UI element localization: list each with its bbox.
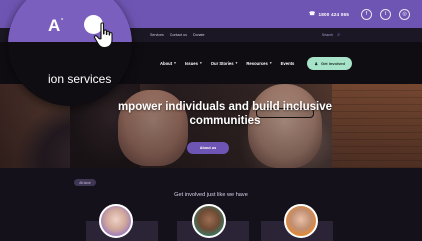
section-title: Get involved just like we have — [174, 192, 248, 198]
search-icon: ⌕ — [337, 32, 340, 38]
instagram-icon[interactable]: ◎ — [399, 8, 410, 20]
person-icon: ♟ — [314, 60, 318, 66]
avatar[interactable] — [192, 204, 226, 238]
avatar[interactable] — [284, 204, 318, 238]
sub-link-donate[interactable]: Donate — [193, 33, 205, 37]
website-screenshot: ☎ 1800 424 065 f t ◎ Services Contact us… — [0, 0, 422, 241]
twitter-icon[interactable]: t — [380, 8, 391, 20]
magnified-nav-text: ion services — [48, 72, 112, 86]
nav-item-our-stories[interactable]: Our Stories ▾ — [211, 61, 238, 66]
nav-item-events[interactable]: Events — [281, 61, 295, 66]
search-label: Search — [321, 33, 334, 37]
chevron-down-icon: ▾ — [199, 61, 202, 65]
avatar[interactable] — [99, 204, 133, 238]
magnifier-overlay: A- ion services — [8, 0, 132, 106]
get-involved-button[interactable]: ♟ Get involved — [307, 56, 352, 70]
facebook-icon[interactable]: f — [361, 8, 372, 20]
about-us-button[interactable]: About us — [187, 142, 229, 154]
section-chip[interactable]: All done — [74, 179, 96, 186]
hand-cursor-icon — [93, 22, 113, 49]
chevron-down-icon: ▾ — [235, 61, 238, 65]
phone-number: 1800 424 065 — [318, 11, 349, 17]
search-box[interactable]: Search ⌕ — [322, 32, 340, 38]
chevron-down-icon: ▾ — [174, 61, 176, 65]
sub-link-services[interactable]: Services — [150, 33, 164, 37]
hero-headline: mpower individuals and build inclusive c… — [117, 101, 333, 128]
nav-item-issues[interactable]: Issues ▾ — [185, 61, 202, 66]
nav-item-resources[interactable]: Resources ▾ — [246, 61, 271, 66]
phone-icon: ☎ — [309, 11, 316, 17]
phone-link[interactable]: ☎ 1800 424 065 — [309, 11, 349, 17]
chevron-down-icon: ▾ — [269, 61, 272, 65]
sub-link-contact[interactable]: Contact us — [170, 33, 187, 37]
font-size-decrease-button[interactable]: A- — [48, 14, 63, 36]
nav-item-about[interactable]: About ▾ — [160, 61, 176, 66]
